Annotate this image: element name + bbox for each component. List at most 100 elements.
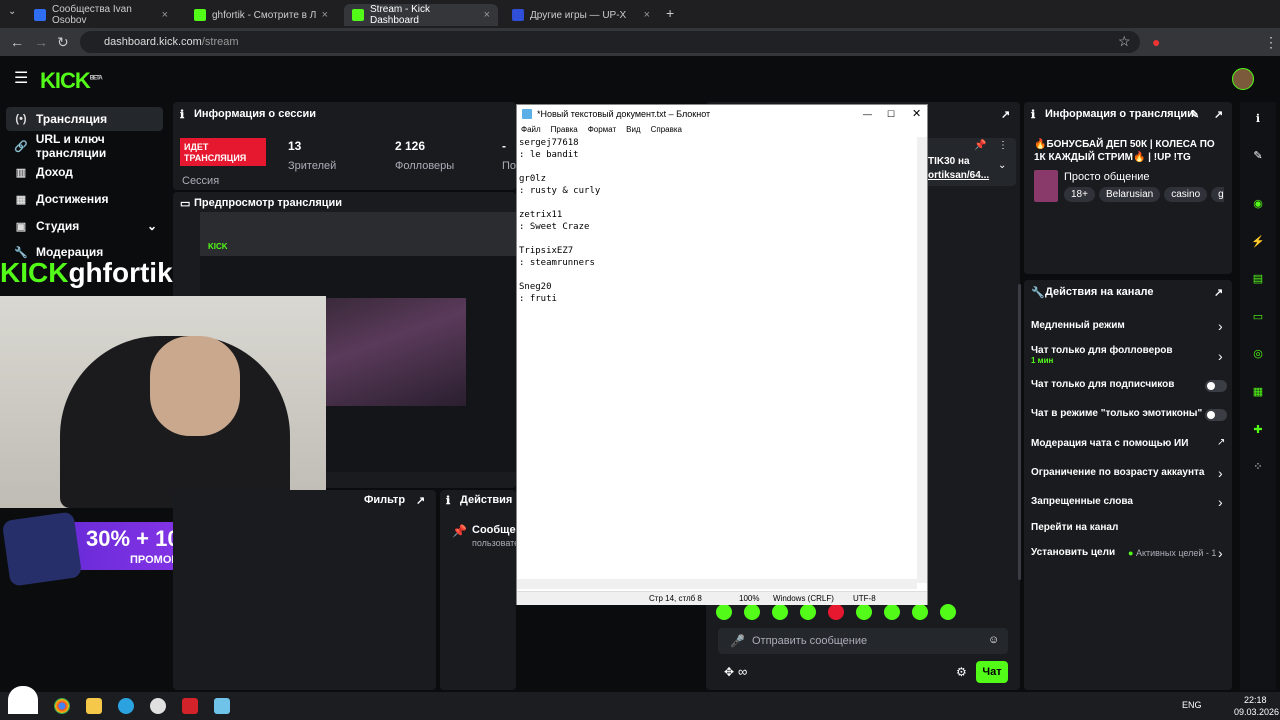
- panda-icon[interactable]: [8, 686, 38, 714]
- chevron-right-icon[interactable]: ›: [1218, 318, 1223, 334]
- telegram-icon[interactable]: [118, 698, 134, 714]
- obs-icon[interactable]: [150, 698, 166, 714]
- microphone-icon[interactable]: 🎤: [730, 634, 745, 648]
- tag[interactable]: Belarusian: [1098, 187, 1161, 202]
- close-icon[interactable]: ×: [484, 9, 490, 21]
- pencil-icon[interactable]: ✎: [1190, 108, 1199, 121]
- emoji-icon[interactable]: ☺: [988, 634, 999, 646]
- layout-icon[interactable]: ▦: [1247, 380, 1269, 402]
- action-account-age[interactable]: Ограничение по возрасту аккаунта: [1031, 467, 1231, 478]
- sidebar-item-url-key[interactable]: 🔗 URL и ключ трансляции: [6, 132, 163, 160]
- gear-icon[interactable]: ⚙: [956, 665, 967, 679]
- emote-icon[interactable]: [884, 604, 900, 620]
- chat-send-button[interactable]: Чат: [976, 661, 1008, 683]
- emote-icon[interactable]: [912, 604, 928, 620]
- menu-edit[interactable]: Правка: [551, 123, 578, 137]
- info-icon[interactable]: ℹ: [1247, 107, 1269, 129]
- action-subscribers-only[interactable]: Чат только для подписчиков: [1031, 379, 1231, 390]
- language-indicator[interactable]: ENG: [1182, 700, 1202, 710]
- close-icon[interactable]: ×: [162, 9, 168, 21]
- tab-list-icon[interactable]: ⌄: [8, 6, 16, 17]
- emote-icon[interactable]: [940, 604, 956, 620]
- tab-kick-dashboard[interactable]: Stream - Kick Dashboard ×: [344, 4, 498, 26]
- notepad-titlebar[interactable]: *Новый текстовый документ.txt – Блокнот …: [517, 105, 927, 123]
- minimize-icon[interactable]: —: [863, 105, 872, 123]
- document-icon[interactable]: ▤: [1247, 267, 1269, 289]
- external-link-icon[interactable]: ↗: [1217, 437, 1225, 448]
- menu-file[interactable]: Файл: [521, 123, 541, 137]
- popout-icon[interactable]: ↗: [1214, 108, 1223, 121]
- menu-kebab-icon[interactable]: ⋮: [1264, 34, 1278, 51]
- tag[interactable]: ghf: [1211, 187, 1224, 202]
- popout-icon[interactable]: ↗: [1214, 286, 1223, 299]
- notepad-taskbar-icon[interactable]: [214, 698, 230, 714]
- wrench-icon[interactable]: ✚: [1247, 418, 1269, 440]
- chevron-right-icon[interactable]: ›: [1218, 494, 1223, 510]
- chevron-right-icon[interactable]: ›: [1218, 545, 1223, 561]
- bookmark-star-icon[interactable]: ☆: [1118, 33, 1131, 50]
- reload-icon[interactable]: ↻: [57, 34, 69, 51]
- pencil-icon[interactable]: ✎: [1247, 144, 1269, 166]
- action-slow-mode[interactable]: Медленный режим: [1031, 320, 1231, 331]
- tag[interactable]: casino: [1164, 187, 1208, 202]
- emotes-only-toggle[interactable]: [1205, 409, 1227, 421]
- chevron-right-icon[interactable]: ›: [1218, 465, 1223, 481]
- chevron-right-icon[interactable]: ›: [1218, 348, 1223, 364]
- pinned-message[interactable]: 📌 ⋮ TIK30 на ortiksan/64... ⌄: [922, 138, 1016, 186]
- emote-icon[interactable]: [828, 604, 844, 620]
- subscribers-only-toggle[interactable]: [1205, 380, 1227, 392]
- chevron-down-icon[interactable]: ⌄: [998, 160, 1006, 171]
- notepad-hscrollbar[interactable]: [517, 579, 917, 589]
- avatar[interactable]: [1232, 68, 1254, 90]
- emote-icon[interactable]: [716, 604, 732, 620]
- close-icon[interactable]: ×: [322, 9, 328, 21]
- sidebar-item-stream[interactable]: (•) Трансляция: [6, 107, 163, 131]
- chrome-icon[interactable]: [54, 698, 70, 714]
- tab-upx[interactable]: Другие игры — UP-X ×: [504, 4, 658, 26]
- popout-icon[interactable]: ↗: [1001, 108, 1010, 121]
- menu-view[interactable]: Вид: [626, 123, 640, 137]
- broadcast-icon[interactable]: ◎: [1247, 342, 1269, 364]
- sidebar-item-studio[interactable]: ▣ Студия ⌄: [6, 214, 163, 238]
- forward-icon[interactable]: →: [34, 34, 48, 50]
- action-followers-only[interactable]: Чат только для фолловеров: [1031, 345, 1231, 356]
- sidebar-item-achievements[interactable]: ▦ Достижения: [6, 187, 163, 211]
- sidebar-item-income[interactable]: ▥ Доход: [6, 160, 163, 184]
- chat-input[interactable]: 🎤 Отправить сообщение ☺: [718, 628, 1008, 654]
- pinned-link[interactable]: ortiksan/64...: [928, 170, 989, 181]
- notepad-scrollbar[interactable]: [917, 137, 927, 583]
- scrollbar[interactable]: [1018, 284, 1021, 580]
- kick-logo[interactable]: KICKBETA: [40, 68, 103, 94]
- menu-format[interactable]: Формат: [588, 123, 616, 137]
- new-tab-icon[interactable]: +: [666, 5, 674, 21]
- clock-time[interactable]: 22:18: [1244, 695, 1267, 705]
- menu-kebab-icon[interactable]: ⋮: [998, 140, 1008, 151]
- camera-icon[interactable]: ◉: [1247, 192, 1269, 214]
- tab-ghfortik[interactable]: ghfortik - Смотрите в Лайве н ×: [186, 4, 336, 26]
- maximize-icon[interactable]: ☐: [887, 105, 895, 123]
- lightning-icon[interactable]: ⚡: [1247, 230, 1269, 252]
- app-icon[interactable]: [182, 698, 198, 714]
- popout-icon[interactable]: ↗: [416, 494, 425, 507]
- emote-icon[interactable]: [772, 604, 788, 620]
- notepad-text-area[interactable]: sergej77618 : le bandit gr0lz : rusty & …: [519, 137, 915, 583]
- clock-date[interactable]: 09.03.2026: [1234, 707, 1279, 717]
- tab-communities[interactable]: Сообщества Ivan Osobov ×: [26, 4, 176, 26]
- back-icon[interactable]: ←: [10, 34, 24, 50]
- pin-icon[interactable]: 📌: [974, 140, 986, 151]
- action-ai-moderation[interactable]: Модерация чата с помощью ИИ: [1031, 438, 1231, 449]
- extension-icon[interactable]: ●: [1152, 34, 1160, 50]
- url-field[interactable]: dashboard.kick.com/stream: [80, 31, 1140, 53]
- action-banned-words[interactable]: Запрещенные слова: [1031, 496, 1231, 507]
- close-icon[interactable]: ×: [644, 9, 650, 21]
- emote-icon[interactable]: [744, 604, 760, 620]
- close-icon[interactable]: ✕: [912, 105, 921, 123]
- chat-icon[interactable]: ▭: [1247, 305, 1269, 327]
- folder-icon[interactable]: [86, 698, 102, 714]
- menu-help[interactable]: Справка: [651, 123, 682, 137]
- emote-icon[interactable]: [800, 604, 816, 620]
- action-emotes-only[interactable]: Чат в режиме "только эмотиконы": [1031, 408, 1231, 419]
- tag[interactable]: 18+: [1064, 187, 1095, 202]
- hamburger-icon[interactable]: ☰: [14, 68, 28, 88]
- emote-icon[interactable]: [856, 604, 872, 620]
